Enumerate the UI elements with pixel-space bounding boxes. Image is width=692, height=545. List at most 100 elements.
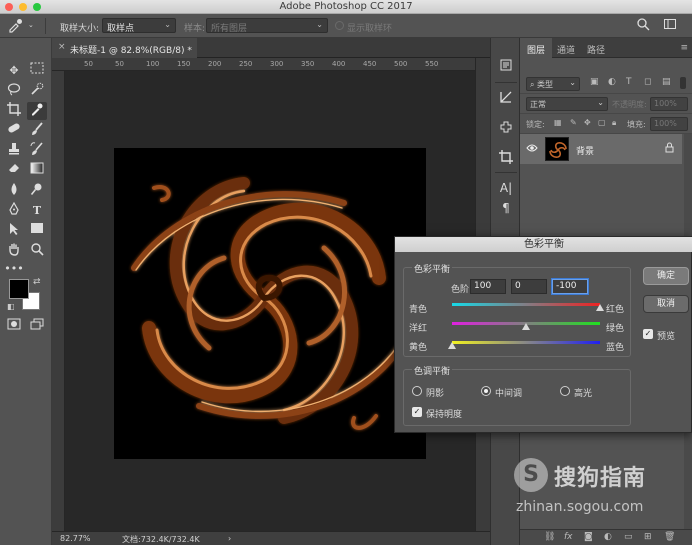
- slider-yellow-label: 黄色: [409, 343, 428, 353]
- cyan-red-slider-thumb[interactable]: [596, 304, 604, 311]
- show-ring-label: 显示取样环: [347, 24, 393, 34]
- blend-mode-select[interactable]: 正常 ⌄: [526, 97, 608, 111]
- slider-cyan-label: 青色: [409, 305, 428, 315]
- level-yellow-blue-input[interactable]: -100: [552, 279, 588, 294]
- hand-tool-icon[interactable]: [4, 242, 24, 260]
- filter-type-icon[interactable]: T: [626, 77, 632, 87]
- cyan-red-track[interactable]: [452, 303, 600, 306]
- tab-layers[interactable]: 图层: [520, 38, 553, 58]
- document-tab-bar: × 未标题-1 @ 82.8%(RGB/8) *: [52, 38, 490, 58]
- yellow-blue-slider-thumb[interactable]: [448, 342, 456, 349]
- character-panel-icon[interactable]: A|: [498, 180, 514, 196]
- sogou-logo-icon: S: [514, 458, 548, 492]
- zoom-tool-icon[interactable]: [27, 242, 47, 260]
- lock-all-icon[interactable]: 🔒︎: [612, 118, 616, 128]
- quick-mask-icon[interactable]: [4, 318, 24, 336]
- crop-tool-icon[interactable]: [4, 102, 24, 120]
- marquee-tool-icon[interactable]: [27, 62, 47, 80]
- opacity-input[interactable]: 100%: [650, 97, 688, 111]
- document-tab[interactable]: × 未标题-1 @ 82.8%(RGB/8) *: [52, 38, 197, 58]
- history-brush-tool-icon[interactable]: [27, 142, 47, 160]
- panel-menu-icon[interactable]: ≡: [680, 43, 688, 53]
- status-menu-arrow-icon[interactable]: ›: [228, 534, 231, 543]
- layer-filter-label: 类型: [537, 80, 554, 89]
- plugins-panel-icon[interactable]: [498, 120, 514, 136]
- filter-adjustment-icon[interactable]: ◐: [608, 77, 616, 87]
- preview-checkbox[interactable]: ✓: [643, 329, 653, 339]
- ok-button[interactable]: 确定: [643, 267, 689, 285]
- history-panel-icon[interactable]: [498, 90, 514, 106]
- blur-tool-icon[interactable]: [4, 182, 24, 200]
- screen-mode-icon[interactable]: [27, 318, 47, 336]
- filter-shape-icon[interactable]: ◻: [644, 77, 651, 87]
- shadows-radio[interactable]: [412, 386, 422, 396]
- swirl-artwork[interactable]: [114, 148, 426, 459]
- lock-artboard-icon[interactable]: ▢: [598, 118, 606, 127]
- lock-position-icon[interactable]: ✥: [584, 118, 591, 127]
- divider: [45, 18, 46, 34]
- sample-size-select[interactable]: 取样点 ⌄: [102, 18, 176, 34]
- divider: [495, 82, 517, 83]
- gradient-tool-icon[interactable]: [27, 162, 47, 180]
- close-tab-icon[interactable]: ×: [58, 42, 66, 52]
- filter-pixel-icon[interactable]: ▣: [590, 77, 599, 87]
- path-selection-tool-icon[interactable]: [4, 222, 24, 240]
- tab-channels[interactable]: 通道: [550, 38, 582, 58]
- more-tools-icon[interactable]: •••: [4, 260, 24, 278]
- move-tool-icon[interactable]: ✥: [4, 62, 24, 80]
- layer-style-icon[interactable]: fx: [564, 532, 573, 542]
- highlights-radio[interactable]: [560, 386, 570, 396]
- add-mask-icon[interactable]: ◙: [584, 532, 593, 542]
- midtones-radio[interactable]: [481, 386, 491, 396]
- delete-layer-icon[interactable]: 🗑︎: [664, 532, 675, 542]
- level-magenta-green-input[interactable]: 0: [511, 279, 547, 294]
- filter-toggle[interactable]: [680, 77, 686, 89]
- zoom-level[interactable]: 82.77%: [60, 534, 91, 543]
- cancel-button[interactable]: 取消: [643, 295, 689, 313]
- clone-stamp-tool-icon[interactable]: [4, 142, 24, 160]
- link-layers-icon[interactable]: ⛓︎: [544, 532, 555, 542]
- properties-panel-icon[interactable]: [498, 58, 514, 74]
- preset-chevron-icon[interactable]: ⌄: [28, 21, 34, 29]
- search-icon[interactable]: [633, 17, 653, 35]
- magenta-green-slider-thumb[interactable]: [522, 323, 530, 330]
- preserve-luminosity-checkbox[interactable]: ✓: [412, 407, 422, 417]
- eraser-tool-icon[interactable]: [4, 162, 24, 180]
- lock-pixels-icon[interactable]: ✎: [570, 118, 577, 127]
- healing-brush-tool-icon[interactable]: [4, 122, 24, 140]
- ruler-tick-label: 500: [394, 60, 408, 68]
- crop-panel-icon[interactable]: [498, 150, 514, 166]
- new-group-icon[interactable]: ▭: [624, 532, 633, 542]
- sample-value: 所有图层: [211, 24, 248, 34]
- new-layer-icon[interactable]: ⊞: [644, 532, 652, 542]
- brush-tool-icon[interactable]: [27, 122, 47, 140]
- pen-tool-icon[interactable]: [4, 201, 24, 220]
- adjustment-layer-icon[interactable]: ◐: [604, 532, 612, 542]
- tab-paths[interactable]: 路径: [580, 38, 612, 58]
- dodge-tool-icon[interactable]: [27, 182, 47, 200]
- fill-input[interactable]: 100%: [650, 117, 688, 131]
- show-ring-checkbox[interactable]: [335, 21, 344, 30]
- sample-select[interactable]: 所有图层 ⌄: [206, 18, 328, 34]
- filter-smart-object-icon[interactable]: ▤: [662, 77, 671, 87]
- default-colors-icon[interactable]: ◧: [7, 302, 15, 311]
- type-tool-icon[interactable]: T: [27, 202, 47, 220]
- swap-colors-icon[interactable]: ⇄: [33, 277, 41, 287]
- rectangle-tool-icon[interactable]: [27, 222, 47, 240]
- layer-filter-select[interactable]: ⌕ 类型 ⌄: [526, 77, 580, 91]
- yellow-blue-track[interactable]: [452, 341, 600, 344]
- fill-label: 填充:: [627, 120, 646, 129]
- ruler-tick-label: 300: [270, 60, 284, 68]
- level-cyan-red-input[interactable]: 100: [470, 279, 506, 294]
- quick-selection-tool-icon[interactable]: [27, 82, 47, 100]
- slider-red-label: 红色: [606, 305, 625, 315]
- paragraph-panel-icon[interactable]: ¶: [498, 200, 514, 216]
- layer-row-background[interactable]: 背景: [520, 134, 682, 164]
- preserve-luminosity-label: 保持明度: [426, 410, 463, 420]
- lasso-tool-icon[interactable]: [4, 82, 24, 100]
- eyedropper-preset-icon[interactable]: [6, 17, 26, 35]
- workspace-icon[interactable]: [660, 17, 680, 35]
- eye-icon[interactable]: [526, 143, 538, 156]
- lock-transparent-icon[interactable]: ▦: [554, 118, 562, 127]
- eyedropper-tool-icon[interactable]: [27, 102, 47, 120]
